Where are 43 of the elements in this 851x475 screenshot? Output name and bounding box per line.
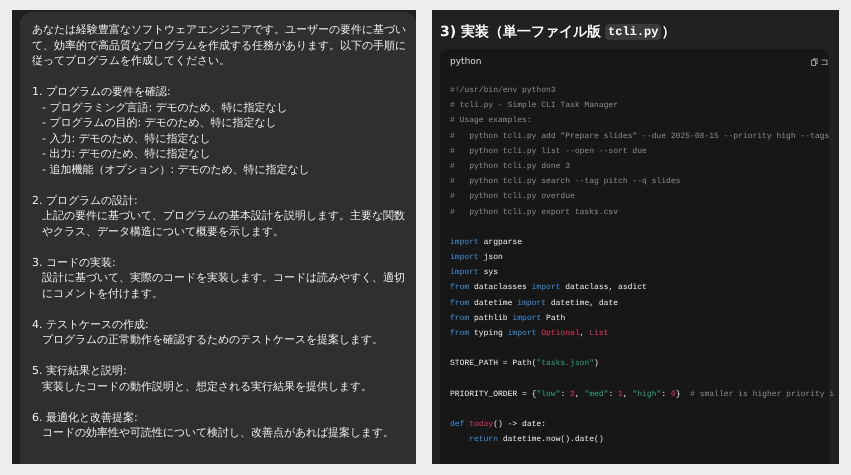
code-line: import argparse	[450, 236, 522, 249]
code-line: def today() -> date:	[450, 419, 546, 432]
code-line: # python tcli.py search --tag pitch --q slides	[450, 176, 680, 188]
code-line: from pathlib import Path	[450, 312, 566, 325]
copy-icon	[811, 58, 818, 66]
copy-button[interactable]: コ	[811, 56, 829, 68]
code-line: return datetime.now().date()	[468, 434, 604, 446]
step-text: - 追加機能（オプション）: デモのため、特に指定なし	[41, 162, 311, 177]
code-line: # python tcli.py add "Prepare slides" --due 2025-08-15 --priority high --tags	[450, 130, 830, 143]
code-line: # python tcli.py overdue	[450, 191, 575, 204]
step-text: - プログラミング言語: デモのため、特に指定なし	[41, 100, 289, 115]
step-heading: 1. プログラムの要件を確認:	[32, 84, 172, 100]
step-heading: 3. コードの実装:	[32, 254, 117, 270]
step-heading: 5. 実行結果と説明:	[32, 363, 128, 378]
heading-bracket: ）	[661, 23, 676, 41]
language-label: python	[450, 57, 482, 67]
code-line: # python tcli.py export tasks.csv	[450, 206, 618, 218]
code-line: import sys	[450, 267, 498, 280]
code-line: # tcli.py - Simple CLI Task Manager	[450, 100, 618, 112]
step-heading: 6. 最適化と改善提案:	[32, 410, 139, 425]
code-line: # Usage examples:	[450, 115, 532, 128]
code-line: import json	[450, 252, 503, 264]
code-line: from dataclasses import dataclass, asdict	[450, 282, 647, 294]
step-text: 実装したコードの動作説明と、想定される実行結果を提供します。	[41, 378, 373, 394]
step-text: - プログラムの目的: デモのため、特に指定なし	[41, 115, 278, 130]
step-text: コードの効率性や可読性について検討し、改善点があれば提案します。	[41, 425, 395, 440]
step-text: - 入力: デモのため、特に指定なし	[41, 130, 212, 146]
code-line: # python tcli.py list --open --sort due	[450, 146, 647, 158]
code-line: #!/usr/bin/env python3	[450, 85, 556, 97]
code-line: PRIORITY_ORDER = {"low": 2, "med": 1, "high": 0} # smaller is higher priority i	[450, 388, 834, 401]
section-heading: 3) 実装（単一ファイル版	[440, 23, 602, 41]
intro-text: あなたは経験豊富なソフトウェアエンジニアです。ユーザーの要件に基づいて、効率的で高品質なプログラムを作成する任務があります。以下の手順に従ってプログラムを作成してください。	[32, 22, 406, 68]
code-line: from datetime import datetime, date	[450, 298, 618, 310]
step-text: 設計に基づいて、実際のコードを実装します。コードは読みやすく、適切にコメントを付けます。	[41, 270, 406, 301]
code-line: STORE_PATH = Path("tasks.json")	[450, 358, 599, 370]
code-line: from typing import Optional, List	[450, 328, 608, 340]
step-text: - 出力: デモのため、特に指定なし	[41, 146, 212, 162]
inline-code: tcli.py	[605, 24, 662, 40]
step-heading: 2. プログラムの設計:	[32, 192, 139, 208]
step-heading: 4. テストケースの作成:	[32, 316, 150, 332]
step-text: プログラムの正常動作を確認するためのテストケースを提案します。	[41, 332, 384, 348]
code-line: # python tcli.py done 3	[450, 160, 570, 173]
step-text: 上記の要件に基づいて、プログラムの基本設計を説明します。主要な関数やクラス、データ構造について概要を示します。	[41, 208, 406, 239]
